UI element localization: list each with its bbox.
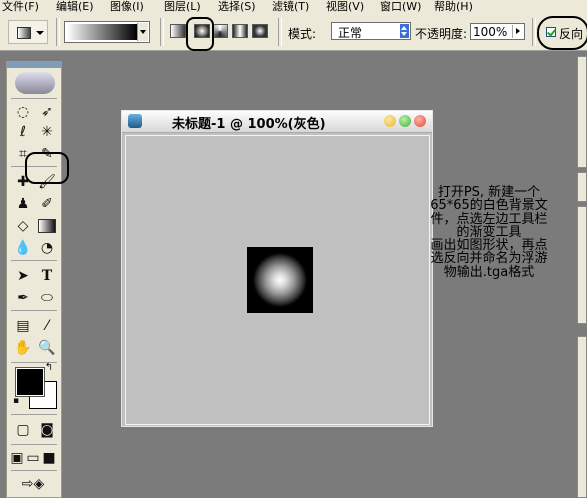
divider (11, 98, 57, 99)
zoom-tool-icon[interactable]: 🔍 (37, 338, 57, 358)
document-canvas[interactable] (125, 135, 430, 425)
divider (532, 18, 536, 46)
gradient-picker[interactable] (64, 21, 150, 43)
photoshop-document-icon (128, 114, 142, 128)
divider (11, 260, 57, 261)
divider (56, 18, 60, 46)
document-title: 未标题-1 @ 100%(灰色) (172, 117, 326, 132)
dodge-tool-icon[interactable]: ◔ (37, 238, 57, 258)
document-window: 未标题-1 @ 100%(灰色) (121, 110, 433, 427)
path-select-icon[interactable]: ➤ (13, 266, 33, 286)
standard-mode-icon[interactable]: ▢ (13, 420, 33, 440)
screen-mode-standard-icon[interactable]: ▣ (9, 448, 25, 468)
pen-tool-icon[interactable]: ✒ (13, 288, 33, 308)
history-brush-icon[interactable]: ✐ (37, 194, 57, 214)
gradient-tool-icon (17, 27, 31, 39)
options-bar: 模式: 正常 不透明度: 100% 反向 (0, 14, 587, 51)
menu-select[interactable]: 选择(S) (218, 0, 256, 14)
right-palette-panel[interactable] (577, 56, 587, 168)
mode-label: 模式: (288, 27, 317, 41)
mode-select[interactable]: 正常 (331, 22, 411, 40)
opacity-field[interactable]: 100% (470, 23, 525, 40)
blur-tool-icon[interactable]: 💧 (13, 238, 33, 258)
gradient-preview (67, 24, 137, 40)
default-colors-icon[interactable]: ▪ (11, 396, 21, 406)
document-title-bar[interactable]: 未标题-1 @ 100%(灰色) (122, 111, 432, 133)
menu-view[interactable]: 视图(V) (326, 0, 364, 14)
right-palette-panel[interactable] (577, 336, 587, 498)
divider (11, 414, 57, 415)
diamond-gradient-button[interactable] (252, 24, 268, 38)
toolbox: ◌ ➶ ℓ ✳ ⌗ ✎ ✚ 🖌 ♟ ✐ ◇ 💧 ◔ ➤ T ✒ ⬭ ▤ ⁄ ✋ … (6, 61, 62, 498)
right-palette-panel[interactable] (577, 206, 587, 324)
note-line: 物输出.tga格式 (443, 264, 535, 280)
opacity-label: 不透明度: (415, 27, 468, 41)
type-tool-icon[interactable]: T (37, 266, 57, 286)
eyedropper-icon[interactable]: ⁄ (37, 316, 57, 336)
minimize-icon[interactable] (384, 115, 396, 127)
screen-mode-full-icon[interactable]: ■ (41, 448, 57, 468)
menu-window[interactable]: 窗口(W) (380, 0, 421, 14)
reflected-gradient-button[interactable] (232, 24, 248, 38)
divider (11, 444, 57, 445)
mode-value: 正常 (338, 26, 363, 40)
note-line: 选反向并命名为浮游 (430, 251, 548, 267)
opacity-value: 100% (473, 25, 508, 39)
divider (160, 18, 164, 46)
maximize-icon[interactable] (399, 115, 411, 127)
radial-gradient-image (247, 247, 313, 313)
menu-help[interactable]: 帮助(H) (434, 0, 473, 14)
linear-gradient-button[interactable] (170, 24, 186, 38)
chevron-down-icon[interactable] (137, 23, 148, 41)
menu-edit[interactable]: 编辑(E) (56, 0, 94, 14)
toolbox-title-bar[interactable] (7, 62, 61, 68)
ellipse-shape-icon[interactable]: ⬭ (37, 288, 57, 308)
magic-wand-icon[interactable]: ✳ (37, 122, 57, 142)
menu-file[interactable]: 文件(F) (2, 0, 39, 14)
close-icon[interactable] (414, 115, 426, 127)
chevron-down-icon (36, 31, 44, 35)
highlight-circle (25, 152, 69, 184)
screen-mode-full-menu-icon[interactable]: ▭ (25, 448, 41, 468)
menu-bar: 文件(F) 编辑(E) 图像(I) 图层(L) 选择(S) 滤镜(T) 视图(V… (0, 0, 587, 14)
menu-layer[interactable]: 图层(L) (164, 0, 201, 14)
marquee-tool-icon[interactable]: ◌ (13, 102, 33, 122)
lasso-tool-icon[interactable]: ℓ (13, 122, 33, 142)
spinner-icon[interactable] (400, 24, 409, 38)
highlight-circle (186, 17, 214, 51)
note-line: 65*65的白色背景文 (430, 198, 548, 214)
gradient-tool-icon[interactable] (37, 216, 57, 236)
note-line: 件，点选左边工具栏 (430, 211, 548, 227)
right-palette-panel[interactable] (577, 172, 587, 202)
menu-image[interactable]: 图像(I) (110, 0, 144, 14)
divider (11, 470, 57, 471)
eraser-tool-icon[interactable]: ◇ (13, 216, 33, 236)
swap-colors-icon[interactable]: ↰ (43, 362, 55, 374)
foreground-color-swatch[interactable] (15, 367, 45, 397)
divider (278, 18, 282, 46)
feather-logo-icon[interactable] (15, 72, 55, 94)
hand-tool-icon[interactable]: ✋ (13, 338, 33, 358)
move-tool-icon[interactable]: ➶ (37, 102, 57, 122)
clone-stamp-icon[interactable]: ♟ (13, 194, 33, 214)
notes-tool-icon[interactable]: ▤ (13, 316, 33, 336)
divider (11, 310, 57, 311)
quick-mask-icon[interactable]: ◙ (37, 420, 57, 440)
instruction-note: 打开PS, 新建一个 65*65的白色背景文 件，点选左边工具栏 的渐变工具 画… (412, 186, 566, 279)
menu-filter[interactable]: 滤镜(T) (272, 0, 309, 14)
tool-preset-picker[interactable] (8, 20, 48, 44)
angle-gradient-button[interactable] (212, 24, 228, 38)
jump-to-imageready-icon[interactable]: ⇨◈ (15, 474, 51, 494)
chevron-right-icon[interactable] (512, 25, 523, 38)
highlight-circle (537, 16, 587, 50)
